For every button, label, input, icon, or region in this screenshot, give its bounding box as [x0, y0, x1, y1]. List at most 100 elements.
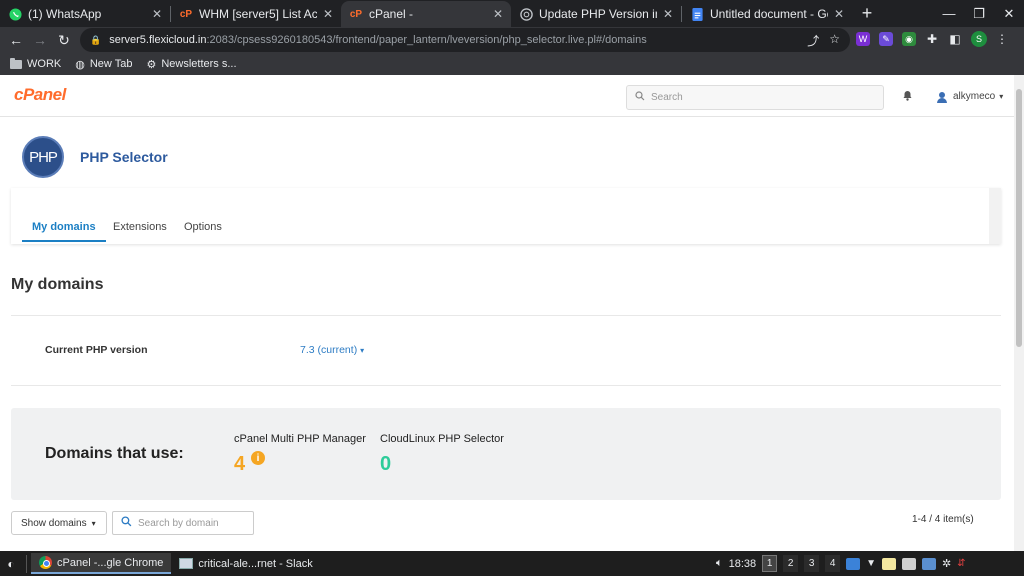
browser-tab-whm[interactable]: cP WHM [server5] List Acco ✕	[171, 1, 341, 27]
browser-toolbar: ← → ↻ 🔒 server5.flexicloud.in :2083/cpse…	[0, 27, 1024, 53]
address-bar[interactable]: 🔒 server5.flexicloud.in :2083/cpsess9260…	[80, 28, 850, 52]
slack-tray-icon[interactable]: ✲	[942, 557, 951, 570]
bookmark-newsletters[interactable]: ⚙ Newsletters s...	[146, 58, 236, 71]
display-icon[interactable]	[922, 557, 937, 570]
workspace-1[interactable]: 1	[762, 555, 778, 572]
volume-icon[interactable]: 🔈︎	[716, 557, 723, 570]
close-icon[interactable]: ✕	[834, 7, 844, 21]
tab-extensions[interactable]: Extensions	[113, 221, 167, 240]
chrome-icon	[39, 556, 52, 569]
page-title: PHP Selector	[80, 149, 168, 165]
new-tab-button[interactable]: +	[852, 3, 882, 24]
openai-icon	[519, 7, 533, 21]
taskbar-chrome[interactable]: cPanel -...gle Chrome	[31, 553, 172, 574]
tab-title: Update PHP Version in c	[539, 7, 657, 21]
task-label: cPanel -...gle Chrome	[57, 556, 164, 569]
multi-php-count[interactable]: 4	[234, 453, 245, 476]
cloudlinux-count[interactable]: 0	[380, 453, 391, 476]
extension-android-icon[interactable]: ◉	[902, 32, 916, 46]
caret-down-icon: ▾	[999, 92, 1004, 101]
domains-usage-panel: Domains that use: cPanel Multi PHP Manag…	[11, 408, 1001, 500]
browser-tab-cpanel[interactable]: cP cPanel - ✕	[341, 1, 511, 27]
bell-icon[interactable]	[902, 89, 913, 104]
domain-search-input[interactable]: Search by domain	[112, 511, 254, 535]
php-logo: PHP	[22, 136, 64, 178]
browser-tab-whatsapp[interactable]: (1) WhatsApp ✕	[0, 1, 170, 27]
page-scrollbar[interactable]	[1014, 75, 1024, 551]
side-panel-icon[interactable]: ◧	[948, 32, 962, 46]
domains-use-title: Domains that use:	[45, 445, 184, 462]
browser-tab-google-docs[interactable]: Untitled document - Goo ✕	[682, 1, 852, 27]
tab-box-edge	[989, 188, 1001, 244]
extension-quill-icon[interactable]: ✎	[879, 32, 893, 46]
start-menu-icon[interactable]: ◐	[0, 557, 22, 571]
tab-title: (1) WhatsApp	[28, 7, 102, 21]
network-icon[interactable]: ▼	[866, 558, 876, 569]
browser-tab-update-php[interactable]: Update PHP Version in c ✕	[511, 1, 681, 27]
bookmark-label: Newsletters s...	[161, 58, 237, 70]
folder-icon	[10, 57, 22, 69]
clipboard-icon[interactable]	[902, 557, 917, 570]
user-menu[interactable]: alkymeco ▾	[936, 91, 1004, 103]
section-title: My domains	[11, 276, 104, 293]
bookmark-star-icon[interactable]: ☆	[829, 32, 840, 49]
globe-icon: ◍	[75, 58, 85, 71]
workspace-2[interactable]: 2	[783, 555, 799, 572]
tab-title: cPanel -	[369, 7, 414, 21]
workspace-3[interactable]: 3	[804, 555, 820, 572]
os-taskbar: ◐ cPanel -...gle Chrome critical-ale...r…	[0, 551, 1024, 576]
bookmark-label: New Tab	[89, 58, 133, 70]
workspace-4[interactable]: 4	[825, 555, 841, 572]
divider	[11, 385, 1001, 386]
php-version-dropdown[interactable]: 7.3 (current) ▾	[300, 344, 364, 356]
scrollbar-thumb[interactable]	[1016, 89, 1022, 347]
tab-options[interactable]: Options	[184, 221, 222, 240]
system-tray: 🔈︎ 18:38 1 2 3 4 ▼ ✲ ⇵	[716, 551, 966, 576]
share-icon[interactable]: ⤴	[807, 32, 819, 49]
extensions-area: W ✎ ◉ ✚ ◧ S ⋮	[856, 31, 1008, 47]
info-icon[interactable]: i	[251, 451, 265, 465]
cloudlinux-label: CloudLinux PHP Selector	[380, 433, 504, 445]
close-icon[interactable]: ✕	[152, 7, 162, 21]
task-label: critical-ale...rnet - Slack	[198, 557, 313, 570]
kebab-menu-icon[interactable]: ⋮	[996, 32, 1008, 46]
tab-title: Untitled document - Goo	[710, 7, 828, 21]
multi-php-label: cPanel Multi PHP Manager	[234, 433, 366, 445]
url-path: :2083/cpsess9260180543/frontend/paper_la…	[206, 34, 647, 46]
close-icon[interactable]: ✕	[323, 7, 333, 21]
reload-icon[interactable]: ↻	[52, 32, 76, 49]
page-content: cPanel Search alkymeco ▾ PHP PHP Selecto…	[0, 75, 1024, 551]
bookmarks-bar: WORK ◍ New Tab ⚙ Newsletters s...	[0, 53, 1024, 75]
maximize-icon[interactable]: ❐	[964, 6, 994, 22]
caret-down-icon: ▾	[91, 518, 96, 528]
tab-container: My domains Extensions Options	[11, 188, 1001, 244]
tab-my-domains[interactable]: My domains	[22, 221, 106, 242]
lock-icon: 🔒	[90, 34, 102, 45]
cpanel-logo[interactable]: cPanel	[14, 85, 66, 105]
puzzle-icon[interactable]: ✚	[925, 32, 939, 46]
url-host: server5.flexicloud.in	[109, 34, 207, 46]
profile-avatar[interactable]: S	[971, 31, 987, 47]
back-arrow-icon[interactable]: ←	[4, 32, 28, 48]
forward-arrow-icon[interactable]: →	[28, 32, 52, 48]
clock: 18:38	[728, 557, 757, 570]
php-version-value: 7.3 (current)	[300, 344, 358, 356]
update-icon[interactable]: ⇵	[957, 558, 965, 569]
close-window-icon[interactable]: ✕	[994, 6, 1024, 22]
cpanel-icon: cP	[179, 8, 193, 20]
gear-icon: ⚙	[146, 58, 157, 71]
bookmark-new-tab[interactable]: ◍ New Tab	[75, 58, 132, 71]
extension-w-icon[interactable]: W	[856, 32, 870, 46]
taskbar-slack[interactable]: critical-ale...rnet - Slack	[171, 553, 320, 574]
file-manager-icon[interactable]	[846, 557, 861, 570]
bookmark-work[interactable]: WORK	[10, 57, 61, 70]
close-icon[interactable]: ✕	[493, 7, 503, 21]
cpanel-search-input[interactable]: Search	[626, 85, 884, 110]
show-domains-label: Show domains	[21, 517, 87, 529]
tab-title: WHM [server5] List Acco	[199, 7, 317, 21]
notes-icon[interactable]	[882, 557, 897, 570]
minimize-icon[interactable]: —	[934, 6, 964, 21]
close-icon[interactable]: ✕	[663, 7, 673, 21]
show-domains-dropdown[interactable]: Show domains ▾	[11, 511, 107, 535]
search-placeholder: Search	[651, 92, 683, 103]
